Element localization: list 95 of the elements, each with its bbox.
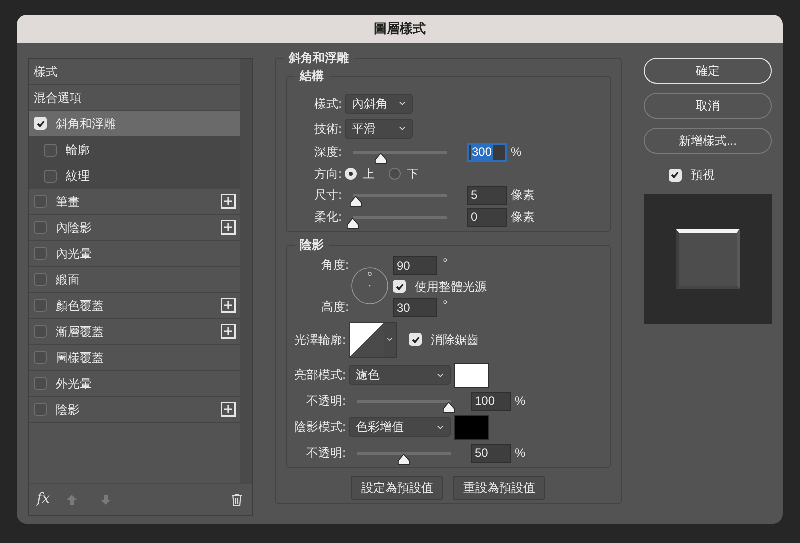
field-label: 方向: xyxy=(314,166,343,182)
effect-label: 筆畫 xyxy=(56,194,81,210)
effect-label: 外光暈 xyxy=(56,376,93,392)
list-item[interactable]: 輪廓 xyxy=(29,137,240,163)
checkbox[interactable] xyxy=(668,168,682,182)
add-icon[interactable] xyxy=(221,220,236,235)
checkbox[interactable] xyxy=(44,144,57,156)
field-label: 亮部模式: xyxy=(294,367,347,384)
checkbox[interactable] xyxy=(34,221,47,234)
number-field[interactable]: 100 xyxy=(471,392,511,410)
checkbox[interactable] xyxy=(409,333,422,346)
effect-label: 顏色覆蓋 xyxy=(56,298,105,314)
field-label: 不透明: xyxy=(306,445,347,462)
checkbox-label: 預視 xyxy=(690,167,715,184)
number-field[interactable]: 5 xyxy=(467,186,507,204)
field-label: 技術: xyxy=(314,120,343,138)
contour-picker[interactable] xyxy=(349,322,397,358)
effect-label: 漸層覆蓋 xyxy=(56,324,105,340)
add-icon[interactable] xyxy=(221,298,236,313)
unit-label: % xyxy=(511,144,522,161)
slider-thumb[interactable] xyxy=(350,196,362,206)
effect-label: 斜角和浮雕 xyxy=(56,116,117,132)
checkbox[interactable] xyxy=(34,247,47,260)
contour-preview xyxy=(350,322,384,356)
effect-label: 輪廓 xyxy=(66,142,91,159)
beveled-square-drawing xyxy=(676,229,740,289)
field-label: 柔化: xyxy=(314,209,343,226)
checkbox-label: 消除鋸齒 xyxy=(431,332,479,348)
field-label: 角度: xyxy=(320,257,349,274)
checkbox[interactable] xyxy=(34,403,47,416)
radio-button[interactable]: 上 xyxy=(345,164,375,182)
window-title: 圖層樣式 xyxy=(374,20,426,38)
checkbox[interactable] xyxy=(34,299,47,312)
unit-label: 像素 xyxy=(511,209,535,226)
add-icon[interactable] xyxy=(221,194,236,209)
add-icon[interactable] xyxy=(221,324,236,339)
field-label: 不透明: xyxy=(306,393,347,410)
field-label: 光澤輪廓: xyxy=(294,332,347,348)
trash-icon[interactable] xyxy=(231,492,243,506)
group-title: 斜角和浮雕 xyxy=(288,50,350,67)
chevron-icon xyxy=(399,126,406,131)
checkbox[interactable] xyxy=(34,195,47,208)
chevron-icon xyxy=(399,101,406,106)
dropdown[interactable]: 內斜角 xyxy=(345,94,413,114)
effect-label: 內光暈 xyxy=(56,246,93,262)
slider-thumb[interactable] xyxy=(347,218,359,228)
dropdown[interactable]: 平滑 xyxy=(345,118,413,138)
dialog-button[interactable]: 確定 xyxy=(644,58,772,84)
dialog-button[interactable]: 取消 xyxy=(644,93,772,119)
checkbox[interactable] xyxy=(393,280,406,293)
number-field[interactable]: 90 xyxy=(393,256,437,275)
chevron-icon xyxy=(437,372,444,378)
field-label: 高度: xyxy=(320,299,349,316)
radio-button[interactable]: 下 xyxy=(389,164,419,182)
preset-button[interactable]: 重設為預設值 xyxy=(453,476,546,500)
dropdown[interactable]: 色彩增值 xyxy=(349,417,451,437)
fx-button[interactable]: fx xyxy=(37,489,56,510)
chevron-icon xyxy=(387,337,393,342)
unit-label: % xyxy=(515,445,526,462)
checkbox-label: 使用整體光源 xyxy=(415,278,487,296)
slider-thumb[interactable] xyxy=(443,402,456,412)
list-item[interactable]: 紋理 xyxy=(29,163,240,189)
field-label: 尺寸: xyxy=(314,187,343,204)
effect-label: 緞面 xyxy=(56,272,81,288)
effect-label: 陰影 xyxy=(56,402,81,418)
checkbox[interactable] xyxy=(34,325,47,338)
group-title: 結構 xyxy=(298,68,325,85)
color-swatch[interactable] xyxy=(454,362,489,388)
unit-label: % xyxy=(515,393,526,410)
checkbox[interactable] xyxy=(34,273,47,286)
effect-label: 內陰影 xyxy=(56,220,93,236)
dialog-button[interactable]: 新增樣式... xyxy=(644,128,772,154)
checkbox[interactable] xyxy=(34,377,47,390)
unit-label: ° xyxy=(443,296,448,314)
chevron-icon xyxy=(437,424,444,430)
checkbox[interactable] xyxy=(34,351,47,364)
group-title: 陰影 xyxy=(299,237,325,254)
checkbox[interactable] xyxy=(34,117,47,130)
field-label: 陰影模式: xyxy=(294,419,347,436)
number-field[interactable]: 300 xyxy=(467,142,507,162)
effect-label: 圖樣覆蓋 xyxy=(56,350,105,366)
field-label: 深度: xyxy=(314,144,343,161)
number-field[interactable]: 0 xyxy=(467,208,507,226)
effect-label: 紋理 xyxy=(66,168,91,185)
number-field[interactable]: 30 xyxy=(393,298,437,317)
number-field[interactable]: 50 xyxy=(471,444,511,462)
field-label: 樣式: xyxy=(314,96,343,112)
add-icon[interactable] xyxy=(221,402,236,417)
preset-button[interactable]: 設定為預設值 xyxy=(351,476,444,500)
checkbox[interactable] xyxy=(44,170,57,182)
color-swatch[interactable] xyxy=(454,414,489,440)
dropdown[interactable]: 濾色 xyxy=(349,365,451,385)
unit-label: ° xyxy=(443,254,448,272)
list-item[interactable]: 斜角和浮雕 xyxy=(29,111,240,137)
unit-label: 像素 xyxy=(511,187,535,204)
